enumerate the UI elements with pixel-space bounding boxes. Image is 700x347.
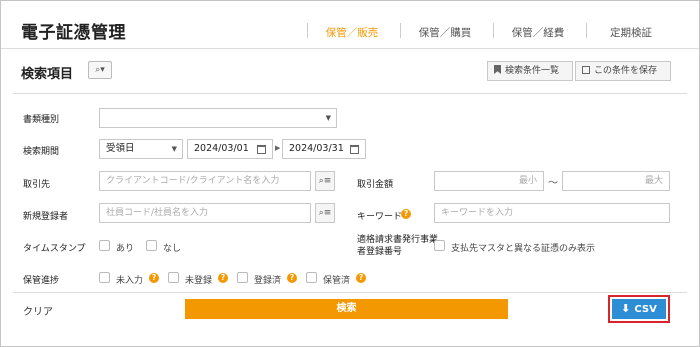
calendar-icon[interactable] [350, 145, 359, 154]
help-icon[interactable]: ? [149, 273, 159, 283]
tab-purchase[interactable]: 保管／購買 [400, 25, 490, 40]
section-divider [13, 93, 687, 94]
progress-stored-label: 保管済 [323, 276, 351, 286]
period-label: 検索期間 [23, 147, 60, 157]
help-icon[interactable]: ? [356, 273, 366, 283]
saved-conditions-label: 検索条件一覧 [505, 66, 560, 76]
progress-unregistered-checkbox[interactable] [168, 272, 179, 283]
registrant-label: 新規登録者 [23, 212, 69, 222]
registrant-input[interactable]: 社員コード/社員名を入力 [99, 203, 311, 223]
amount-max-input[interactable]: 最大 [562, 171, 670, 191]
save-condition-label: この条件を保存 [594, 66, 658, 76]
bookmark-icon [494, 65, 501, 74]
header-divider [1, 48, 699, 49]
doc-type-label: 書類種別 [23, 115, 60, 125]
search-list-icon[interactable]: ⌕≡ [315, 171, 335, 191]
section-title: 検索項目 [21, 67, 74, 82]
doc-type-select[interactable]: ▼ [99, 108, 337, 128]
tab-sales[interactable]: 保管／販売 [307, 25, 397, 40]
save-icon [582, 66, 590, 74]
amount-label: 取引金額 [357, 180, 394, 190]
partner-label: 取引先 [23, 180, 51, 190]
search-button[interactable]: 検索 [185, 299, 508, 319]
chevron-down-icon: ▼ [171, 145, 177, 153]
search-list-icon[interactable]: ⌕≡ [315, 203, 335, 223]
timestamp-yes-label: あり [116, 244, 135, 254]
help-icon[interactable]: ? [401, 209, 411, 219]
amount-min-placeholder: 最小 [518, 176, 537, 186]
chevron-down-icon: ▼ [325, 114, 331, 122]
invoice-diff-label: 支払先マスタと異なる証憑のみ表示 [451, 244, 596, 254]
progress-not-entered-label: 未入力 [116, 276, 144, 286]
arrow-right-icon: ▶ [275, 144, 281, 152]
csv-label: CSV [634, 304, 657, 315]
period-type-select[interactable]: 受領日 ▼ [99, 139, 183, 159]
progress-registered-checkbox[interactable] [237, 272, 248, 283]
csv-highlight: ⬇ CSV [608, 295, 670, 323]
save-condition-button[interactable]: この条件を保存 [575, 61, 671, 81]
clear-button[interactable]: クリア [23, 303, 53, 318]
invoice-diff-checkbox[interactable] [434, 240, 445, 251]
keyword-label: キーワード [357, 212, 403, 222]
range-tilde: ～ [548, 178, 558, 189]
period-type-value: 受領日 [106, 143, 135, 154]
date-to-value: 2024/03/31 [289, 143, 344, 154]
date-from-input[interactable]: 2024/03/01 [187, 139, 273, 159]
tab-periodic-check[interactable]: 定期検証 [586, 25, 676, 40]
timestamp-label: タイムスタンプ [23, 244, 86, 254]
help-icon[interactable]: ? [218, 273, 228, 283]
invoice-label-line2: 者登録番号 [357, 247, 403, 257]
registrant-placeholder: 社員コード/社員名を入力 [106, 208, 209, 218]
partner-input[interactable]: クライアントコード/クライアント名を入力 [99, 171, 311, 191]
invoice-label-line1: 適格請求書発行事業 [357, 235, 439, 245]
timestamp-no-label: なし [163, 244, 182, 254]
progress-registered-label: 登録済 [254, 276, 282, 286]
invoice-label: 適格請求書発行事業 者登録番号 [357, 234, 438, 258]
saved-conditions-button[interactable]: 検索条件一覧 [487, 61, 573, 81]
progress-label: 保管進捗 [23, 276, 60, 286]
partner-placeholder: クライアントコード/クライアント名を入力 [106, 176, 280, 186]
help-icon[interactable]: ? [287, 273, 297, 283]
csv-download-button[interactable]: ⬇ CSV [612, 299, 666, 319]
filter-dropdown-icon[interactable]: ⌕▾ [88, 61, 112, 79]
timestamp-no-checkbox[interactable] [146, 240, 157, 251]
date-to-input[interactable]: 2024/03/31 [282, 139, 366, 159]
footer-divider [13, 292, 687, 293]
page-title: 電子証憑管理 [21, 23, 126, 43]
timestamp-yes-checkbox[interactable] [99, 240, 110, 251]
date-from-value: 2024/03/01 [194, 143, 249, 154]
app-frame: 電子証憑管理 保管／販売 保管／購買 保管／経費 定期検証 検索項目 ⌕▾ 検索… [0, 0, 700, 347]
download-icon: ⬇ [621, 302, 631, 315]
calendar-icon[interactable] [257, 145, 266, 154]
amount-max-placeholder: 最大 [644, 176, 663, 186]
keyword-input[interactable]: キーワードを入力 [434, 203, 670, 223]
amount-min-input[interactable]: 最小 [434, 171, 544, 191]
tab-expense[interactable]: 保管／経費 [493, 25, 583, 40]
keyword-placeholder: キーワードを入力 [441, 208, 514, 218]
progress-not-entered-checkbox[interactable] [99, 272, 110, 283]
progress-unregistered-label: 未登録 [185, 276, 213, 286]
progress-stored-checkbox[interactable] [306, 272, 317, 283]
